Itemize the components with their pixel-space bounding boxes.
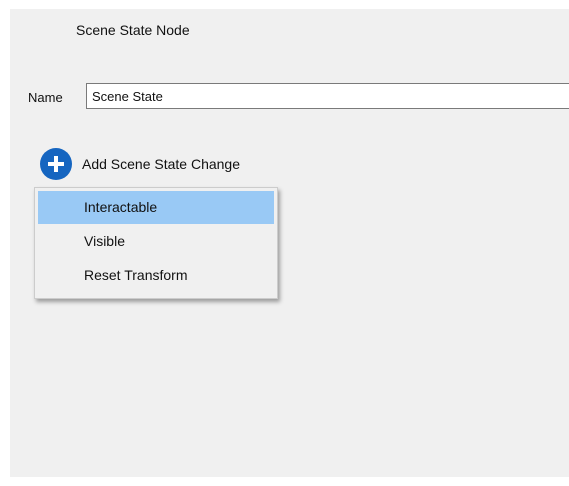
menu-item-visible[interactable]: Visible bbox=[38, 225, 274, 258]
add-scene-state-change-button[interactable]: Add Scene State Change bbox=[40, 144, 240, 184]
name-label: Name bbox=[28, 90, 63, 105]
menu-item-reset-transform[interactable]: Reset Transform bbox=[38, 259, 274, 292]
plus-circle-icon[interactable] bbox=[40, 148, 72, 180]
add-scene-state-change-label: Add Scene State Change bbox=[82, 156, 241, 172]
panel-title: Scene State Node bbox=[76, 22, 190, 38]
scene-state-change-menu: Interactable Visible Reset Transform bbox=[34, 187, 278, 299]
menu-item-interactable[interactable]: Interactable bbox=[38, 191, 274, 224]
scene-state-node-panel: Scene State Node Name Add Scene State Ch… bbox=[10, 9, 569, 477]
name-input[interactable] bbox=[86, 83, 569, 109]
